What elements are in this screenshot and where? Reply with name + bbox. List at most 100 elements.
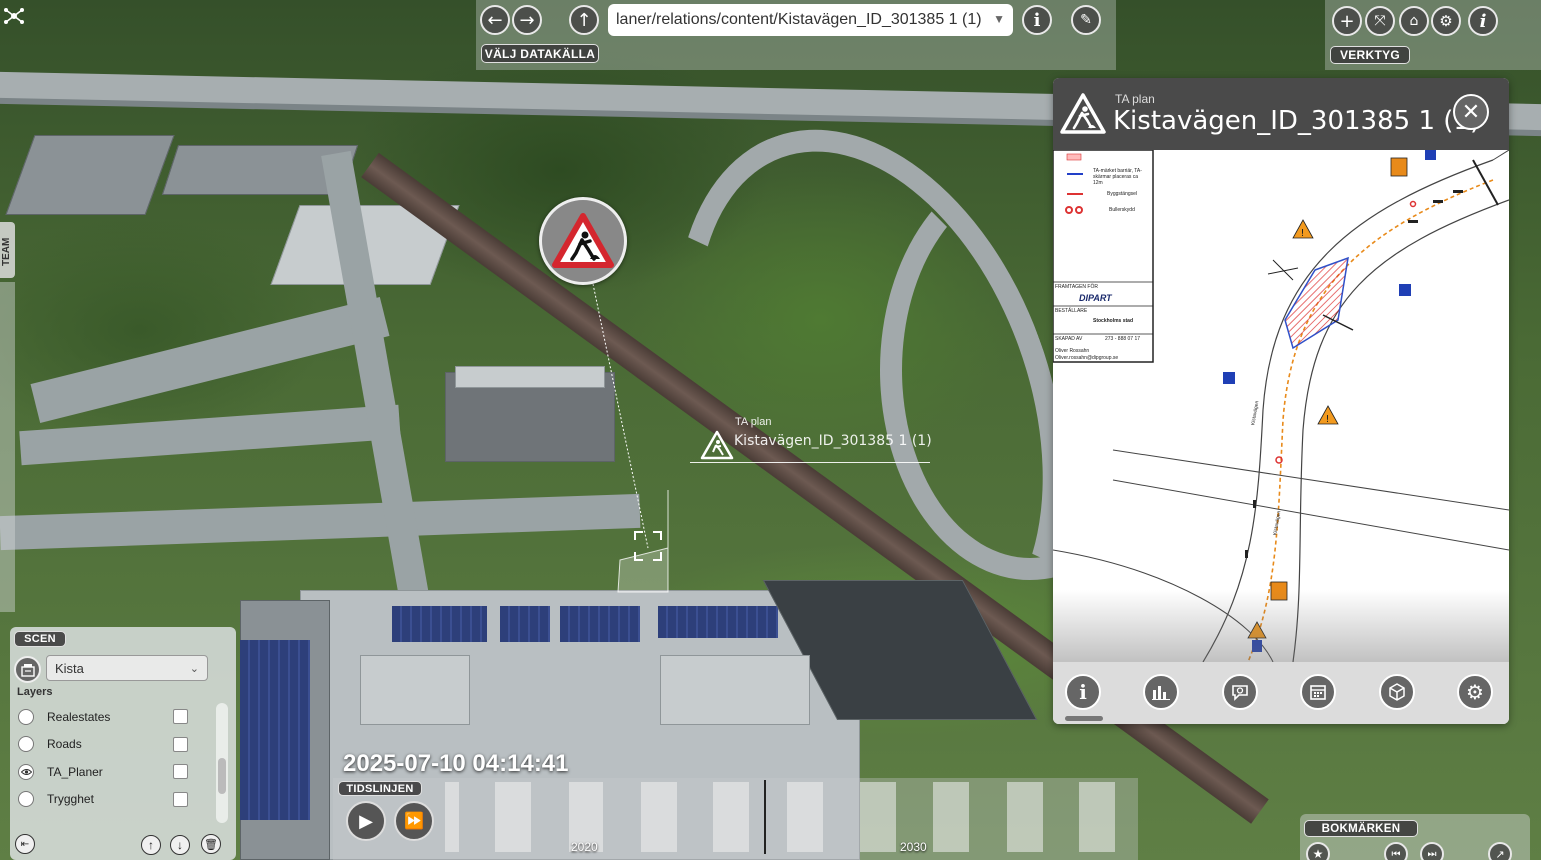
plan-drawing-svg: ! !	[1053, 150, 1509, 662]
road-work-icon	[552, 213, 614, 268]
home-icon[interactable]: ⌂	[1399, 6, 1429, 36]
app-menu-icon[interactable]	[2, 4, 26, 28]
panel-title: Kistavägen_ID_301385 1 (1)	[1113, 106, 1481, 136]
timeline-segment	[787, 782, 823, 852]
framtagen-text: FRAMTAGEN FÖR	[1055, 284, 1098, 290]
layer-checkbox[interactable]	[173, 791, 188, 807]
scene-selected-value: Kista	[55, 660, 84, 676]
info-icon[interactable]: i	[1022, 5, 1052, 35]
team-tab-label: TEAM	[1, 237, 12, 266]
author-text: Oliver Rossahn	[1055, 348, 1090, 354]
fast-forward-icon[interactable]: ⏩	[394, 801, 434, 841]
warning-sign: !	[1317, 405, 1339, 425]
panel-toolbar: i ⚙	[1053, 662, 1509, 724]
chevron-down-icon: ⌄	[189, 663, 199, 675]
tools-label[interactable]: VERKTYG	[1330, 46, 1410, 64]
timeline-cursor[interactable]	[764, 780, 766, 854]
close-icon[interactable]: ✕	[1453, 94, 1489, 130]
timeline-year: 2020	[571, 840, 598, 854]
layer-row[interactable]: Roads	[14, 731, 214, 759]
timeline-segment	[495, 782, 531, 852]
drawing-shade	[1053, 590, 1509, 662]
satellite-icon[interactable]: ✎	[1071, 5, 1101, 35]
timeline-segment	[641, 782, 677, 852]
bestallare-text: BESTÄLLARE	[1055, 308, 1088, 314]
info-sign	[1399, 284, 1411, 296]
timeline-year: 2030	[900, 840, 927, 854]
map-label-road-work-icon	[700, 430, 734, 460]
layer-name: Trygghet	[47, 792, 94, 807]
comment-icon[interactable]	[1222, 674, 1258, 710]
scene-label[interactable]: SCEN	[14, 631, 66, 647]
collapse-icon[interactable]: ⇤	[15, 834, 35, 854]
scrollbar-thumb[interactable]	[218, 758, 226, 794]
move-up-icon[interactable]: ↑	[141, 835, 161, 855]
trash-icon[interactable]: 🗑	[201, 834, 221, 854]
layer-list: Realestates Roads TA_Planer Trygghet	[14, 703, 214, 813]
layer-checkbox[interactable]	[173, 709, 188, 725]
email-text: Oliver.rossahn@dipgroup.se	[1055, 355, 1119, 361]
visibility-toggle[interactable]	[18, 708, 34, 725]
add-icon[interactable]: +	[1332, 6, 1362, 36]
previous-icon[interactable]: ⏮	[1384, 842, 1408, 860]
map-label-subtitle: TA plan	[735, 416, 772, 428]
bookmarks-label[interactable]: BOKMÄRKEN	[1304, 820, 1418, 837]
next-icon[interactable]: ⏭	[1420, 842, 1444, 860]
layer-scrollbar[interactable]	[216, 703, 228, 823]
panel-subtitle: TA plan	[1115, 92, 1155, 106]
timeline-label[interactable]: TIDSLINJEN	[338, 781, 422, 796]
bar-chart-icon[interactable]	[1143, 674, 1179, 710]
layer-name: Realestates	[47, 709, 111, 724]
scene-panel: SCEN Kista ⌄ Layers Realestates Roads TA…	[10, 627, 236, 860]
left-side-strip	[0, 282, 15, 612]
layer-checkbox[interactable]	[173, 764, 188, 780]
layers-heading: Layers	[17, 686, 53, 698]
timeline-timestamp: 2025-07-10 04:14:41	[343, 750, 569, 777]
back-arrow-icon[interactable]: ←	[480, 5, 510, 35]
ta-plan-drawing[interactable]: ! ! TA-märket barriär, TA-skärmar placer…	[1053, 150, 1509, 662]
visibility-toggle[interactable]	[18, 791, 34, 808]
info-icon[interactable]: i	[1065, 674, 1101, 710]
team-tab[interactable]: TEAM	[0, 222, 15, 278]
chevron-down-icon: ▼	[993, 12, 1005, 26]
scene-select[interactable]: Kista ⌄	[46, 655, 208, 681]
timeline-segment	[1007, 782, 1043, 852]
path-select[interactable]: laner/relations/content/Kistavägen_ID_30…	[608, 4, 1013, 36]
layer-row[interactable]: TA_Planer	[14, 758, 214, 786]
share-icon[interactable]: ↗	[1488, 842, 1512, 860]
about-icon[interactable]: i	[1468, 6, 1498, 36]
cube-icon[interactable]	[1379, 674, 1415, 710]
legend-barrier-text: TA-märket barriär, TA-skärmar placeras c…	[1093, 168, 1142, 186]
timeline-segment	[1079, 782, 1115, 852]
calendar-icon[interactable]	[1300, 674, 1336, 710]
layer-row[interactable]: Realestates	[14, 703, 214, 731]
legend-bygg-text: Byggstängsel	[1107, 191, 1138, 197]
road-work-icon	[1060, 93, 1106, 134]
fullscreen-icon[interactable]: ⤧	[1365, 6, 1395, 36]
map-label-title[interactable]: Kistavägen_ID_301385 1 (1)	[734, 433, 932, 449]
gear-icon[interactable]: ⚙	[1457, 674, 1493, 710]
timeline-segment	[933, 782, 969, 852]
layer-row[interactable]: Trygghet	[14, 786, 214, 814]
star-icon[interactable]: ★	[1306, 842, 1330, 860]
visibility-toggle[interactable]	[18, 736, 34, 753]
path-value: laner/relations/content/Kistavägen_ID_30…	[616, 11, 982, 28]
settings-icon[interactable]: ⚙	[1431, 6, 1461, 36]
map-label-underline	[690, 462, 930, 463]
ta-plan-panel: TA plan Kistavägen_ID_301385 1 (1) ✕ ! !…	[1053, 78, 1509, 724]
scene-icon[interactable]	[14, 656, 41, 683]
up-arrow-icon[interactable]: ↑	[569, 5, 599, 35]
move-down-icon[interactable]: ↓	[170, 835, 190, 855]
svg-text:!: !	[1326, 414, 1330, 425]
timeline-segment	[445, 782, 459, 852]
panel-scroll-indicator[interactable]	[1065, 716, 1103, 721]
timeline-track[interactable]: 2020 2030	[333, 778, 1138, 860]
eye-icon[interactable]	[18, 763, 34, 780]
play-icon[interactable]: ▶	[346, 801, 386, 841]
forward-arrow-icon[interactable]: →	[512, 5, 542, 35]
road-work-sign	[1390, 157, 1408, 177]
company-logo: DIPART	[1079, 293, 1112, 303]
data-source-button[interactable]: VÄLJ DATAKÄLLA	[481, 44, 599, 63]
layer-checkbox[interactable]	[173, 736, 188, 752]
ta-plan-marker[interactable]	[539, 197, 627, 285]
